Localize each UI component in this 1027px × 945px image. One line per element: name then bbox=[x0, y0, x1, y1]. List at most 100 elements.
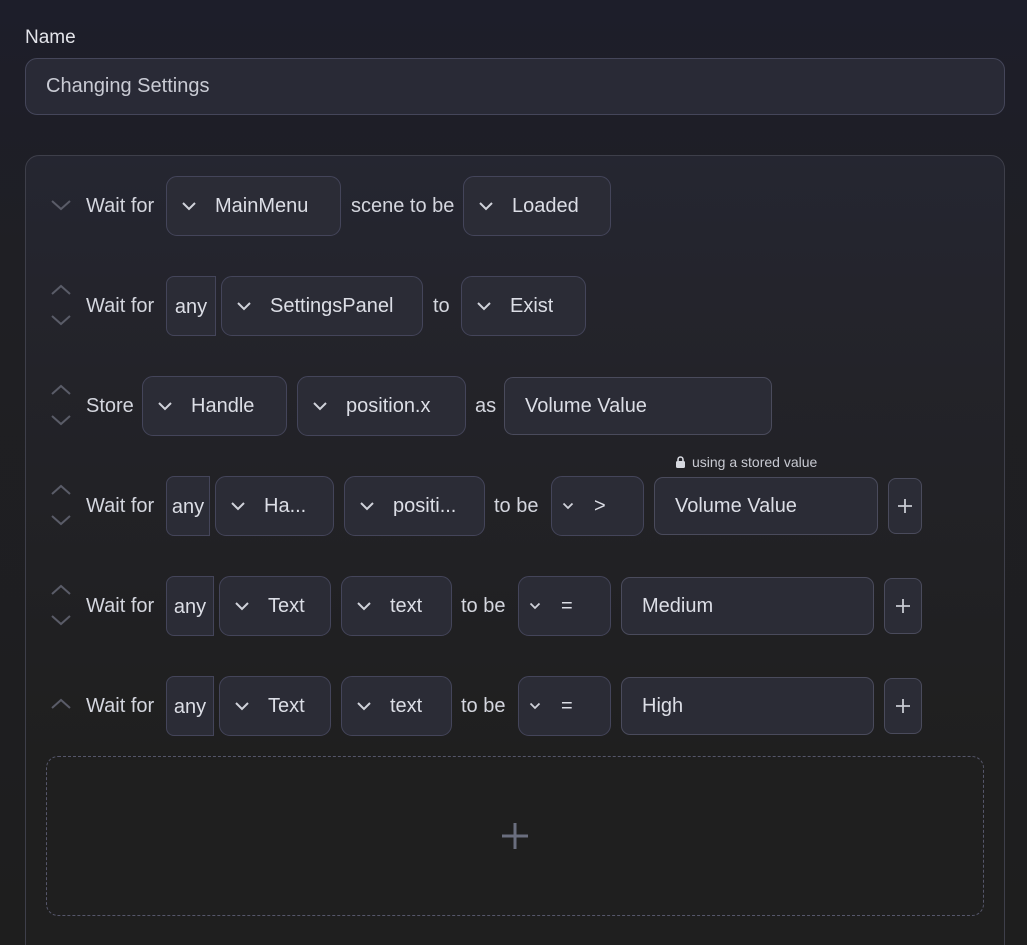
scene-select-value: MainMenu bbox=[215, 194, 309, 217]
object-select-value: Ha... bbox=[264, 494, 307, 517]
move-up-icon[interactable] bbox=[50, 284, 72, 296]
reorder-arrows bbox=[48, 476, 74, 538]
object-select-value: SettingsPanel bbox=[270, 294, 394, 317]
step-connector-text: as bbox=[475, 395, 497, 417]
move-down-icon[interactable] bbox=[50, 314, 72, 326]
move-up-icon[interactable] bbox=[50, 584, 72, 596]
chevron-down-icon bbox=[235, 602, 249, 611]
reorder-arrows bbox=[48, 576, 74, 638]
move-up-icon[interactable] bbox=[50, 698, 72, 710]
object-select-value: Text bbox=[268, 694, 305, 717]
operator-select-value: > bbox=[594, 494, 606, 517]
property-select[interactable]: position.x bbox=[297, 376, 466, 436]
quantifier-select[interactable]: any bbox=[166, 576, 214, 636]
step-row: Wait for any Text text to be = High bbox=[48, 676, 948, 738]
step-connector-text: to be bbox=[461, 695, 506, 717]
property-select[interactable]: text bbox=[341, 676, 452, 736]
name-label: Name bbox=[25, 27, 76, 48]
chevron-down-icon bbox=[477, 302, 491, 311]
step-connector-text: to bbox=[433, 295, 450, 317]
plus-icon bbox=[898, 499, 912, 513]
object-select-value: Handle bbox=[191, 394, 255, 417]
add-value-button[interactable] bbox=[884, 678, 922, 734]
property-select[interactable]: positi... bbox=[344, 476, 485, 536]
object-select[interactable]: Handle bbox=[142, 376, 287, 436]
operator-select[interactable]: > bbox=[551, 476, 644, 536]
move-down-icon[interactable] bbox=[50, 614, 72, 626]
comparison-value-input[interactable]: High bbox=[621, 677, 874, 735]
object-select[interactable]: SettingsPanel bbox=[221, 276, 423, 336]
reorder-arrows bbox=[48, 276, 74, 338]
chevron-down-icon bbox=[313, 402, 327, 411]
move-up-icon[interactable] bbox=[50, 484, 72, 496]
step-connector-text: to be bbox=[461, 595, 506, 617]
name-input[interactable] bbox=[25, 58, 1005, 115]
chevron-down-icon bbox=[235, 702, 249, 711]
plus-icon bbox=[896, 699, 910, 713]
variable-name-input[interactable]: Volume Value bbox=[504, 377, 772, 435]
add-value-button[interactable] bbox=[884, 578, 922, 634]
operator-select-value: = bbox=[561, 694, 573, 717]
step-connector-text: to be bbox=[494, 495, 539, 517]
state-select-value: Loaded bbox=[512, 194, 579, 217]
chevron-down-icon bbox=[357, 602, 371, 611]
chevron-down-icon bbox=[237, 302, 251, 311]
comparison-value-input[interactable]: Volume Value bbox=[654, 477, 878, 535]
move-up-icon[interactable] bbox=[50, 384, 72, 396]
step-row: Store Handle position.x as Volume Value bbox=[48, 376, 948, 438]
move-down-icon[interactable] bbox=[50, 514, 72, 526]
quantifier-select[interactable]: any bbox=[166, 476, 210, 536]
chevron-down-icon bbox=[182, 202, 196, 211]
object-select[interactable]: Text bbox=[219, 576, 331, 636]
property-select[interactable]: text bbox=[341, 576, 452, 636]
step-keyword: Wait for bbox=[86, 195, 155, 217]
quantifier-select[interactable]: any bbox=[166, 276, 216, 336]
plus-icon bbox=[896, 599, 910, 613]
object-select-value: Text bbox=[268, 594, 305, 617]
state-select[interactable]: Loaded bbox=[463, 176, 611, 236]
step-row: Wait for any Ha... positi... to be > usi… bbox=[48, 454, 948, 538]
add-value-button[interactable] bbox=[888, 478, 922, 534]
step-keyword: Wait for bbox=[86, 595, 155, 617]
chevron-down-icon bbox=[479, 202, 493, 211]
lock-icon bbox=[676, 456, 685, 468]
property-select-value: position.x bbox=[346, 394, 431, 417]
step-row: Wait for any SettingsPanel to Exist bbox=[48, 276, 948, 338]
operator-select[interactable]: = bbox=[518, 676, 611, 736]
chevron-down-icon bbox=[231, 502, 245, 511]
chevron-down-icon bbox=[529, 602, 541, 610]
step-keyword: Wait for bbox=[86, 695, 155, 717]
chevron-down-icon bbox=[357, 702, 371, 711]
step-keyword: Wait for bbox=[86, 495, 155, 517]
comparison-value-input[interactable]: Medium bbox=[621, 577, 874, 635]
move-down-icon[interactable] bbox=[50, 414, 72, 426]
property-select-value: text bbox=[390, 694, 423, 717]
property-select-value: text bbox=[390, 594, 423, 617]
reorder-arrows bbox=[48, 176, 74, 238]
state-select[interactable]: Exist bbox=[461, 276, 586, 336]
add-step-button[interactable] bbox=[46, 756, 984, 916]
object-select[interactable]: Text bbox=[219, 676, 331, 736]
step-keyword: Wait for bbox=[86, 295, 155, 317]
move-down-icon[interactable] bbox=[50, 199, 72, 211]
step-connector-text: scene to be bbox=[351, 195, 455, 217]
step-row: Wait for any Text text to be = Medium bbox=[48, 576, 948, 638]
operator-select[interactable]: = bbox=[518, 576, 611, 636]
object-select[interactable]: Ha... bbox=[215, 476, 334, 536]
chevron-down-icon bbox=[360, 502, 374, 511]
quantifier-select[interactable]: any bbox=[166, 676, 214, 736]
state-select-value: Exist bbox=[510, 294, 554, 317]
operator-select-value: = bbox=[561, 594, 573, 617]
chevron-down-icon bbox=[529, 702, 541, 710]
step-row: Wait for MainMenu scene to be Loaded bbox=[48, 176, 948, 238]
reorder-arrows bbox=[48, 376, 74, 438]
step-keyword: Store bbox=[86, 395, 134, 417]
stored-value-hint: using a stored value bbox=[675, 454, 817, 470]
property-select-value: positi... bbox=[393, 494, 457, 517]
reorder-arrows bbox=[48, 676, 74, 738]
scene-select[interactable]: MainMenu bbox=[166, 176, 341, 236]
plus-icon bbox=[502, 823, 528, 849]
chevron-down-icon bbox=[562, 502, 574, 510]
stored-value-hint-text: using a stored value bbox=[692, 454, 818, 470]
chevron-down-icon bbox=[158, 402, 172, 411]
